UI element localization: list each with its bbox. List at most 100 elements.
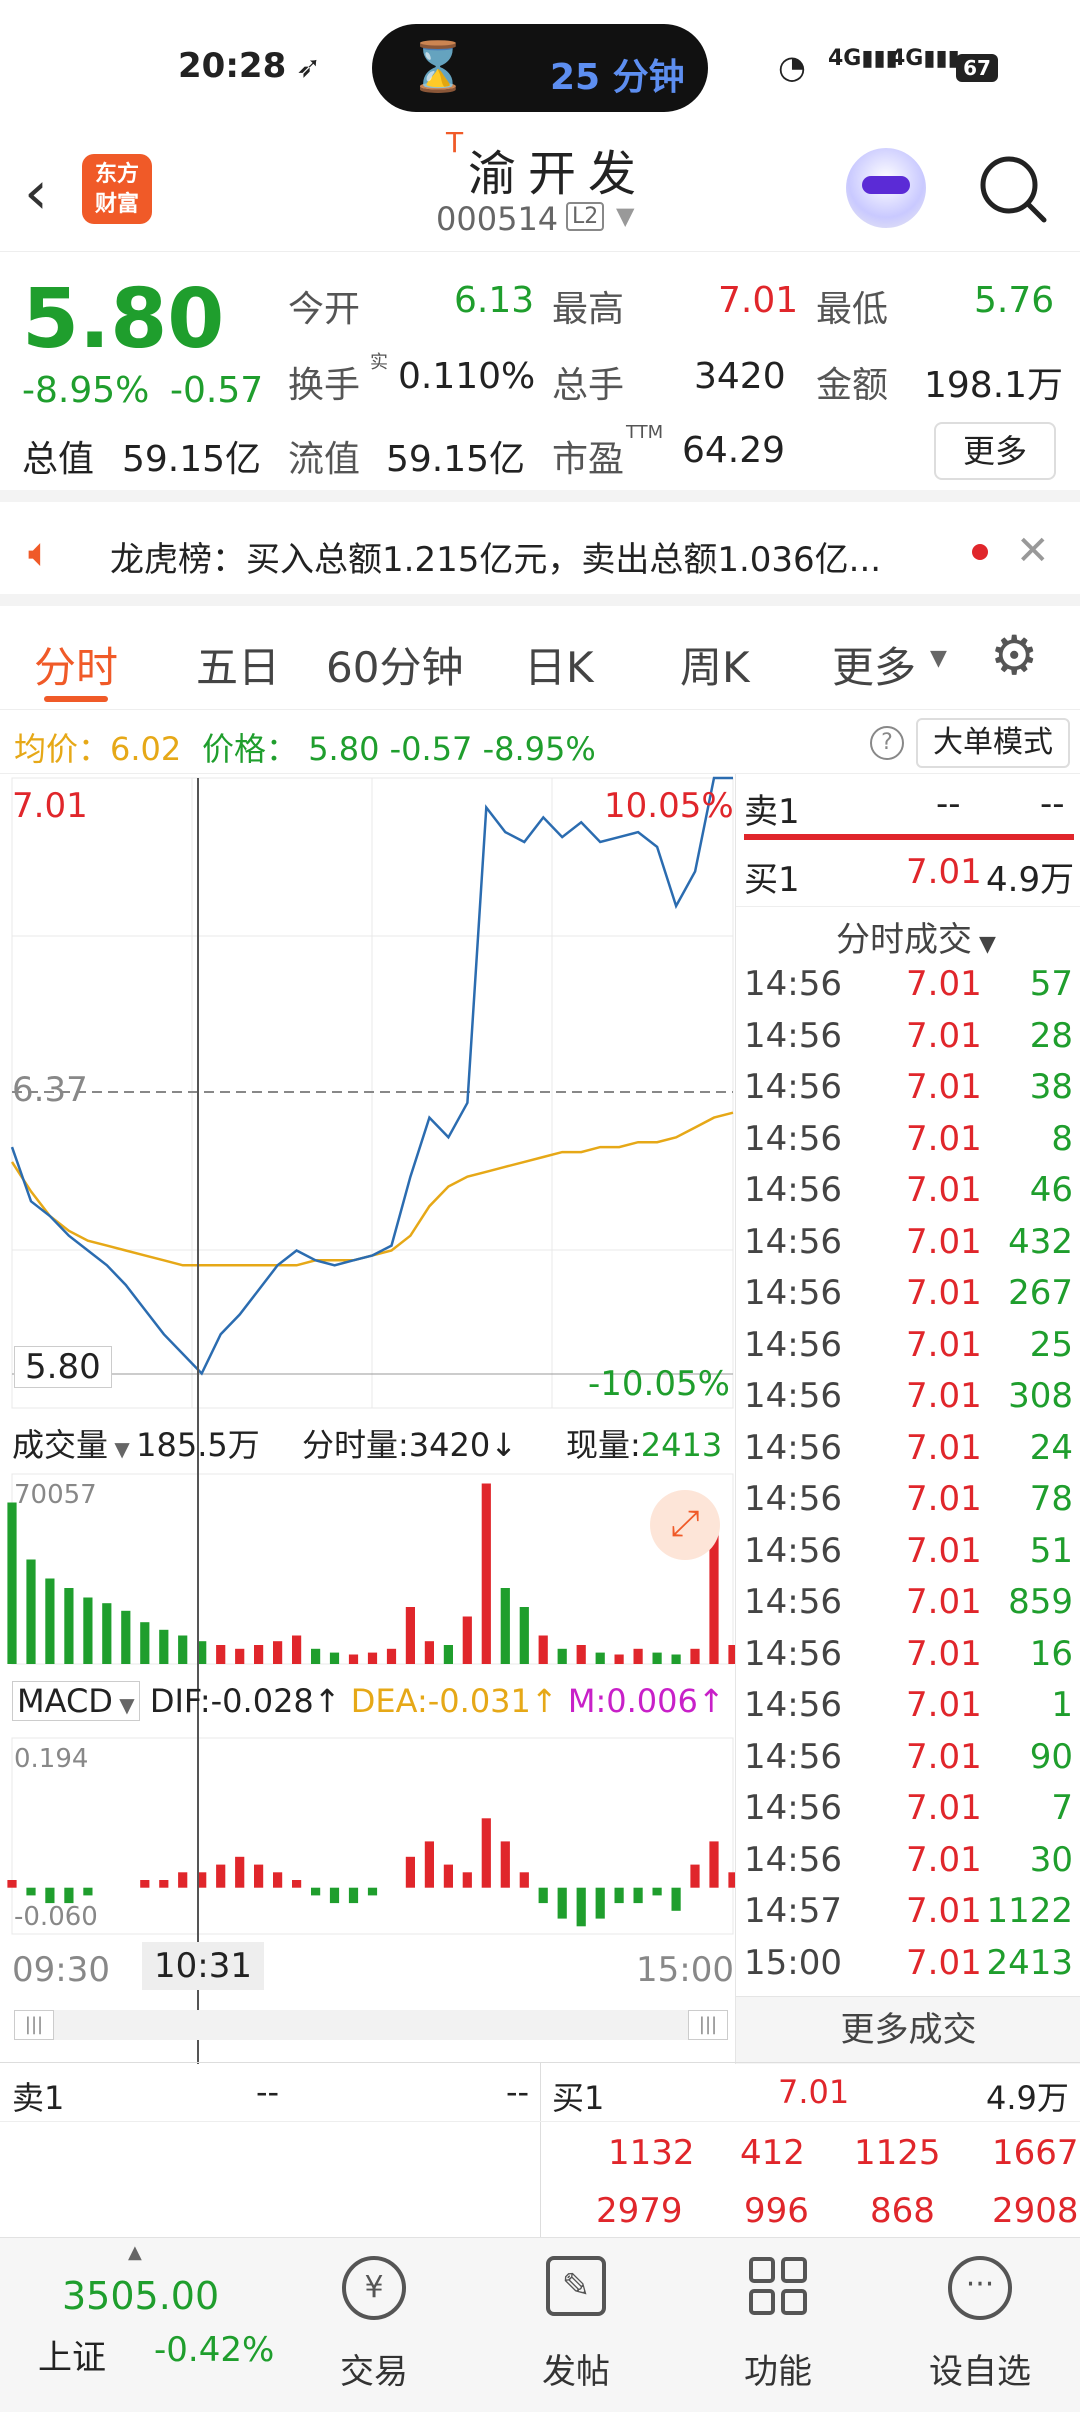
chg-value: -0.57 xyxy=(389,730,473,768)
y-mid-label: 6.37 xyxy=(12,1070,88,1110)
turnover-sup: 实 xyxy=(370,352,388,373)
expand-icon[interactable]: ⤢ xyxy=(650,1490,720,1560)
price-value: 5.80 xyxy=(308,730,380,768)
trade-time: 14:56 xyxy=(744,1839,842,1880)
volume-bar xyxy=(557,1648,567,1664)
nav-post[interactable]: ✎ 发帖 xyxy=(496,2238,656,2413)
volume-max-label: 70057 xyxy=(14,1480,97,1510)
gear-icon[interactable]: ⚙ xyxy=(990,624,1038,687)
nav-functions[interactable]: 功能 xyxy=(698,2238,858,2413)
intraday-chart[interactable]: 7.01 10.05% 6.37 5.80 -10.05% 成交量 ▼ 185.… xyxy=(0,774,735,2064)
volume-bar xyxy=(216,1645,226,1664)
pct-top-label: 10.05% xyxy=(604,786,734,826)
unread-dot xyxy=(972,544,988,560)
trade-volume: 24 xyxy=(1029,1427,1073,1468)
chevron-down-icon[interactable]: ▼ xyxy=(616,202,634,230)
nav-add-watchlist[interactable]: ··· 设自选 xyxy=(900,2238,1060,2413)
index-ticker[interactable]: ▲ 3505.00 上证 -0.42% xyxy=(0,2238,280,2413)
trade-volume: 267 xyxy=(1008,1273,1073,1313)
help-icon[interactable]: ? xyxy=(870,726,904,760)
volume-bar xyxy=(462,1616,472,1664)
timer-island[interactable]: ⌛ 25 分钟 xyxy=(372,24,708,112)
trade-volume: 38 xyxy=(1029,1067,1073,1107)
more-button[interactable]: 更多 xyxy=(934,422,1056,480)
search-icon[interactable] xyxy=(976,152,1050,226)
change-pct: -8.95% xyxy=(22,370,150,411)
trade-volume: 57 xyxy=(1029,964,1073,1004)
stock-header: ‹ 东方 财富 T 渝开发 000514 L2 ▼ xyxy=(0,126,1080,252)
tab-weekly-k[interactable]: 周K xyxy=(680,634,750,695)
tab-more[interactable]: 更多 xyxy=(832,634,916,695)
volume-bar xyxy=(292,1635,302,1664)
slider-right-handle[interactable]: ||| xyxy=(688,2010,728,2040)
volume-bar xyxy=(367,1652,378,1664)
trade-time: 14:56 xyxy=(744,964,842,1004)
tab-5day[interactable]: 五日 xyxy=(196,634,280,695)
y-bot-label: 5.80 xyxy=(14,1346,112,1388)
volume-bar xyxy=(329,1652,340,1664)
trade-volume: 2413 xyxy=(986,1942,1073,1983)
nav-add-watchlist-label: 设自选 xyxy=(929,2352,1031,2392)
notice-text: 龙虎榜：买入总额1.215亿元，卖出总额1.036亿... xyxy=(110,540,882,580)
macd-header: MACD ▼ DIF:-0.028↑ DEA:-0.031↑ M:0.006↑ xyxy=(12,1681,725,1721)
trade-row: 14:56 7.01 308 xyxy=(736,1376,1080,1428)
ob-detail-cell: 1667 xyxy=(992,2133,1079,2173)
trade-row: 15:00 7.01 2413 xyxy=(736,1943,1080,1995)
volume-bar xyxy=(26,1559,36,1664)
pe-sup: TTM xyxy=(626,422,664,443)
section-title[interactable]: 分时成交 ▼ xyxy=(836,912,996,961)
tab-daily-k[interactable]: 日K xyxy=(524,634,594,695)
dragon-tiger-notice[interactable]: 🔈︎ 龙虎榜：买入总额1.215亿元，卖出总额1.036亿... ✕ xyxy=(0,502,1080,606)
more-trades-button[interactable]: 更多成交 xyxy=(736,1996,1080,2064)
trade-time: 14:56 xyxy=(744,1015,842,1056)
pct-bot-label: -10.05% xyxy=(588,1364,730,1404)
nav-trade[interactable]: ¥ 交易 xyxy=(294,2238,454,2413)
dea-value: DEA:-0.031↑ xyxy=(350,1682,558,1720)
volume-selector[interactable]: 成交量 xyxy=(12,1426,108,1464)
ob-detail-cell: 1132 xyxy=(608,2133,695,2173)
amount-value: 198.1万 xyxy=(924,365,1064,406)
order-book: 卖1 -- -- 买1 7.01 4.9万 1132 412 1125 1667… xyxy=(0,2062,1080,2238)
trade-row: 14:56 7.01 432 xyxy=(736,1222,1080,1274)
macd-bar xyxy=(292,1880,302,1888)
macd-bar xyxy=(405,1856,415,1888)
trade-row: 14:56 7.01 38 xyxy=(736,1067,1080,1119)
float-label: 流值 xyxy=(288,439,361,480)
volume-bar xyxy=(254,1645,264,1664)
trade-time: 14:56 xyxy=(744,1376,842,1416)
pe-value: 64.29 xyxy=(682,430,786,471)
volume-bar xyxy=(64,1588,74,1664)
trade-time: 14:56 xyxy=(744,1685,842,1725)
close-icon[interactable]: ✕ xyxy=(1016,528,1050,574)
trade-volume: 78 xyxy=(1029,1479,1073,1519)
time-range-slider[interactable]: ||| ||| xyxy=(14,2010,728,2040)
trade-price: 7.01 xyxy=(906,1427,982,1468)
macd-bar xyxy=(254,1864,264,1888)
volume-bar xyxy=(424,1641,434,1664)
trade-price: 7.01 xyxy=(906,1479,982,1519)
trade-time: 14:56 xyxy=(744,1170,842,1210)
macd-bar xyxy=(140,1880,150,1888)
trade-panel: 卖1 -- -- 买1 7.01 4.9万 分时成交 ▼ 14:56 7.01 57… xyxy=(735,774,1080,2064)
macd-bar xyxy=(614,1887,624,1904)
hourglass-icon: ⌛ xyxy=(408,39,468,95)
nav-post-label: 发帖 xyxy=(542,2352,610,2392)
status-bar: 20:28 ➶ ⌛ 25 分钟 ◔ 4G▮▮▮ 4G▮▮▮ 67 xyxy=(0,0,1080,140)
assistant-avatar[interactable] xyxy=(846,148,926,228)
level-badge: L2 xyxy=(566,202,605,231)
slider-left-handle[interactable]: ||| xyxy=(14,2010,54,2040)
tab-60min[interactable]: 60分钟 xyxy=(326,634,463,695)
macd-bar xyxy=(519,1872,529,1888)
chart-info-bar: 均价：6.02 价格： 5.80 -0.57 -8.95% ? 大单模式 xyxy=(0,710,1080,774)
macd-selector[interactable]: MACD ▼ xyxy=(12,1681,140,1721)
time-start: 09:30 xyxy=(12,1950,110,1990)
trade-price: 7.01 xyxy=(906,1633,982,1674)
macd-bar xyxy=(576,1887,586,1927)
trade-price: 7.01 xyxy=(906,1015,982,1056)
sell1-row: 卖1 -- -- xyxy=(736,784,1080,836)
volume-bar xyxy=(273,1641,283,1664)
app-logo[interactable]: 东方 财富 xyxy=(82,154,152,224)
tab-intraday[interactable]: 分时 xyxy=(34,634,118,695)
back-icon[interactable]: ‹ xyxy=(24,158,48,228)
big-order-mode-button[interactable]: 大单模式 xyxy=(916,718,1070,768)
